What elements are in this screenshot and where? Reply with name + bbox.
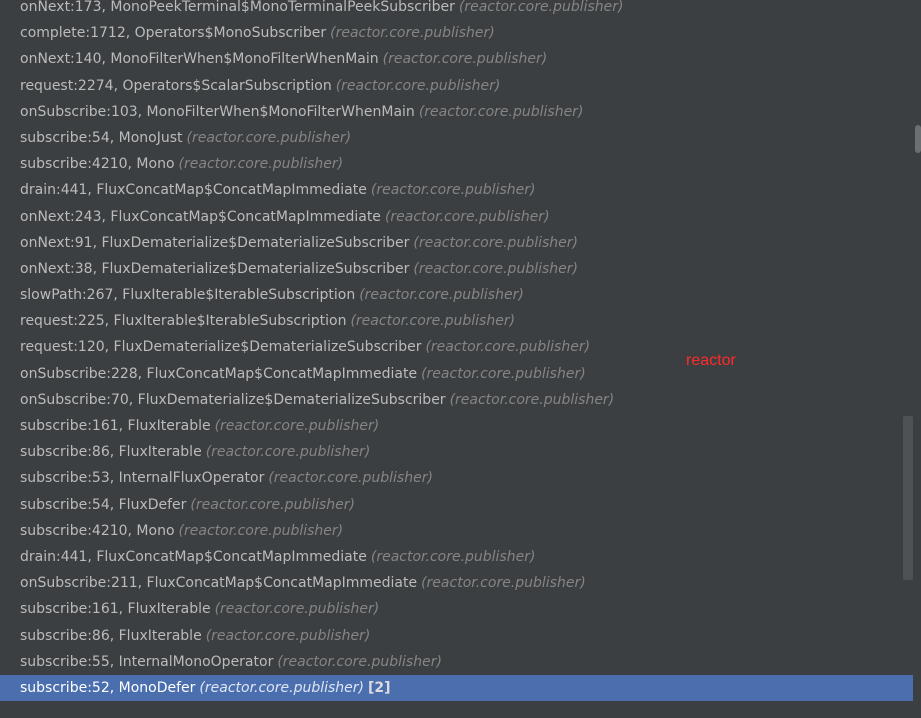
stack-frame-row[interactable]: request:120, FluxDematerialize$Demateria… [0, 334, 913, 360]
frame-method: subscribe:4210, Mono [20, 522, 175, 539]
frame-method: drain:441, FluxConcatMap$ConcatMapImmedi… [20, 182, 367, 199]
frame-method: request:120, FluxDematerialize$Demateria… [20, 339, 422, 356]
stack-frame-row[interactable]: onSubscribe:103, MonoFilterWhen$MonoFilt… [0, 99, 913, 125]
frame-method: subscribe:161, FluxIterable [20, 418, 211, 434]
frame-package: (reactor.core.publisher) [277, 653, 442, 670]
stack-frame-row[interactable]: onNext:173, MonoPeekTerminal$MonoTermina… [0, 0, 913, 20]
frame-package: (reactor.core.publisher) [382, 51, 548, 68]
stack-frame-row[interactable]: onNext:91, FluxDematerialize$Demateriali… [0, 230, 913, 256]
frame-package: (reactor.core.publisher) [421, 575, 586, 592]
stack-frame-row[interactable]: request:2274, Operators$ScalarSubscripti… [0, 73, 913, 99]
stack-frame-row[interactable]: subscribe:4210, Mono (reactor.core.publis… [0, 151, 913, 177]
frame-method: drain:441, FluxConcatMap$ConcatMapImmedi… [20, 548, 367, 565]
frame-package: (reactor.core.publisher) [413, 260, 578, 277]
frame-package: (reactor.core.publisher) [421, 365, 586, 382]
frame-method: subscribe:86, FluxIterable [20, 444, 202, 461]
stack-frame-row[interactable]: subscribe:4210, Mono (reactor.core.publis… [0, 518, 913, 544]
frame-package: (reactor.core.publisher) [178, 156, 344, 173]
stack-frame-row[interactable]: subscribe:55, InternalMonoOperator (react… [0, 649, 913, 675]
frame-method: subscribe:54, FluxDefer [20, 496, 187, 513]
frame-method: onSubscribe:70, FluxDematerialize$Demate… [20, 391, 446, 408]
annotation-label: reactor [686, 352, 736, 369]
frame-method: subscribe:86, FluxIterable [20, 627, 202, 644]
frame-package: (reactor.core.publisher) [199, 679, 364, 696]
stack-frame-row[interactable]: subscribe:54, FluxDefer (reactor.core.pub… [0, 492, 913, 518]
frame-package: (reactor.core.publisher) [205, 444, 371, 461]
stack-frame-row[interactable]: onSubscribe:228, FluxConcatMap$ConcatMap… [0, 361, 913, 387]
frame-package: (reactor.core.publisher) [370, 182, 536, 199]
frame-package: (reactor.core.publisher) [370, 548, 536, 565]
frame-method: subscribe:53, InternalFluxOperator [20, 470, 265, 487]
frame-method: complete:1712, Operators$MonoSubscriber [20, 25, 327, 42]
stack-frames-list: onNext:173, MonoPeekTerminal$MonoTermina… [0, 0, 913, 702]
frame-package: (reactor.core.publisher) [359, 287, 524, 304]
frame-package: (reactor.core.publisher) [418, 103, 584, 120]
stack-frame-row[interactable]: drain:441, FluxConcatMap$ConcatMapImmedi… [0, 544, 913, 570]
frame-package: (reactor.core.publisher) [186, 129, 352, 146]
frame-method: slowPath:267, FluxIterable$IterableSubsc… [20, 287, 356, 304]
frame-package: (reactor.core.publisher) [458, 0, 624, 15]
frame-method: onSubscribe:228, FluxConcatMap$ConcatMap… [20, 365, 418, 382]
stack-frame-row-selected[interactable]: subscribe:52, MonoDefer (reactor.core.pub… [0, 674, 913, 702]
stack-frame-row[interactable]: drain:441, FluxConcatMap$ConcatMapImmedi… [0, 177, 913, 203]
stack-frame-row[interactable]: onSubscribe:211, FluxConcatMap$ConcatMap… [0, 570, 913, 596]
frame-package: (reactor.core.publisher) [268, 470, 433, 487]
stack-frame-row[interactable]: onNext:38, FluxDematerialize$Demateriali… [0, 256, 913, 282]
frame-package: (reactor.core.publisher) [214, 601, 380, 618]
frame-package: (reactor.core.publisher) [178, 522, 344, 539]
frame-method: subscribe:54, MonoJust [20, 129, 183, 146]
frame-package: (reactor.core.publisher) [214, 418, 380, 434]
frame-method: request:2274, Operators$ScalarSubscripti… [20, 77, 332, 94]
frame-method: onNext:243, FluxConcatMap$ConcatMapImmed… [20, 208, 381, 225]
frame-package: (reactor.core.publisher) [190, 496, 356, 513]
frame-method: subscribe:52, MonoDefer [20, 679, 196, 696]
frame-package: (reactor.core.publisher) [449, 391, 615, 408]
stack-frame-row[interactable]: subscribe:86, FluxIterable (reactor.core.… [0, 439, 913, 465]
frame-package: (reactor.core.publisher) [384, 208, 550, 225]
frame-method: onNext:91, FluxDematerialize$Demateriali… [20, 234, 410, 251]
frame-package: (reactor.core.publisher) [350, 313, 516, 330]
stack-frame-row[interactable]: subscribe:54, MonoJust (reactor.core.publ… [0, 125, 913, 151]
stack-frame-row[interactable]: onSubscribe:70, FluxDematerialize$Demate… [0, 387, 913, 413]
frame-package: (reactor.core.publisher) [335, 77, 501, 94]
frame-method: subscribe:4210, Mono [20, 156, 175, 173]
stack-frame-row[interactable]: subscribe:161, FluxIterable (reactor.core… [0, 413, 913, 439]
stack-frame-row[interactable]: subscribe:86, FluxIterable (reactor.core.… [0, 623, 913, 649]
scrollbar-thumb[interactable] [903, 416, 913, 580]
frame-count-badge: [2] [368, 679, 391, 696]
frame-method: onSubscribe:103, MonoFilterWhen$MonoFilt… [20, 103, 415, 120]
edge-scrollbar-thumb[interactable] [915, 125, 921, 153]
stack-frame-row[interactable]: slowPath:267, FluxIterable$IterableSubsc… [0, 282, 913, 308]
stack-frame-row[interactable]: complete:1712, Operators$MonoSubscriber(… [0, 20, 913, 46]
frame-method: subscribe:55, InternalMonoOperator [20, 653, 274, 670]
frame-method: onNext:173, MonoPeekTerminal$MonoTermina… [20, 0, 455, 15]
frame-method: onNext:140, MonoFilterWhen$MonoFilterWhe… [20, 51, 379, 68]
frame-method: onSubscribe:211, FluxConcatMap$ConcatMap… [20, 575, 418, 592]
stack-frame-row[interactable]: request:225, FluxIterable$IterableSubscr… [0, 308, 913, 334]
frame-package: (reactor.core.publisher) [425, 339, 591, 356]
frame-method: onNext:38, FluxDematerialize$Demateriali… [20, 260, 410, 277]
frame-package: (reactor.core.publisher) [205, 627, 371, 644]
stack-frame-row[interactable]: onNext:243, FluxConcatMap$ConcatMapImmed… [0, 204, 913, 230]
frame-package: (reactor.core.publisher) [330, 25, 495, 42]
frame-package: (reactor.core.publisher) [413, 234, 578, 251]
frame-method: subscribe:161, FluxIterable [20, 601, 211, 618]
stack-frame-row[interactable]: subscribe:53, InternalFluxOperator (react… [0, 465, 913, 491]
stack-frame-row[interactable]: subscribe:161, FluxIterable (reactor.core… [0, 596, 913, 622]
stack-frame-row[interactable]: onNext:140, MonoFilterWhen$MonoFilterWhe… [0, 46, 913, 72]
frame-method: request:225, FluxIterable$IterableSubscr… [20, 313, 347, 330]
